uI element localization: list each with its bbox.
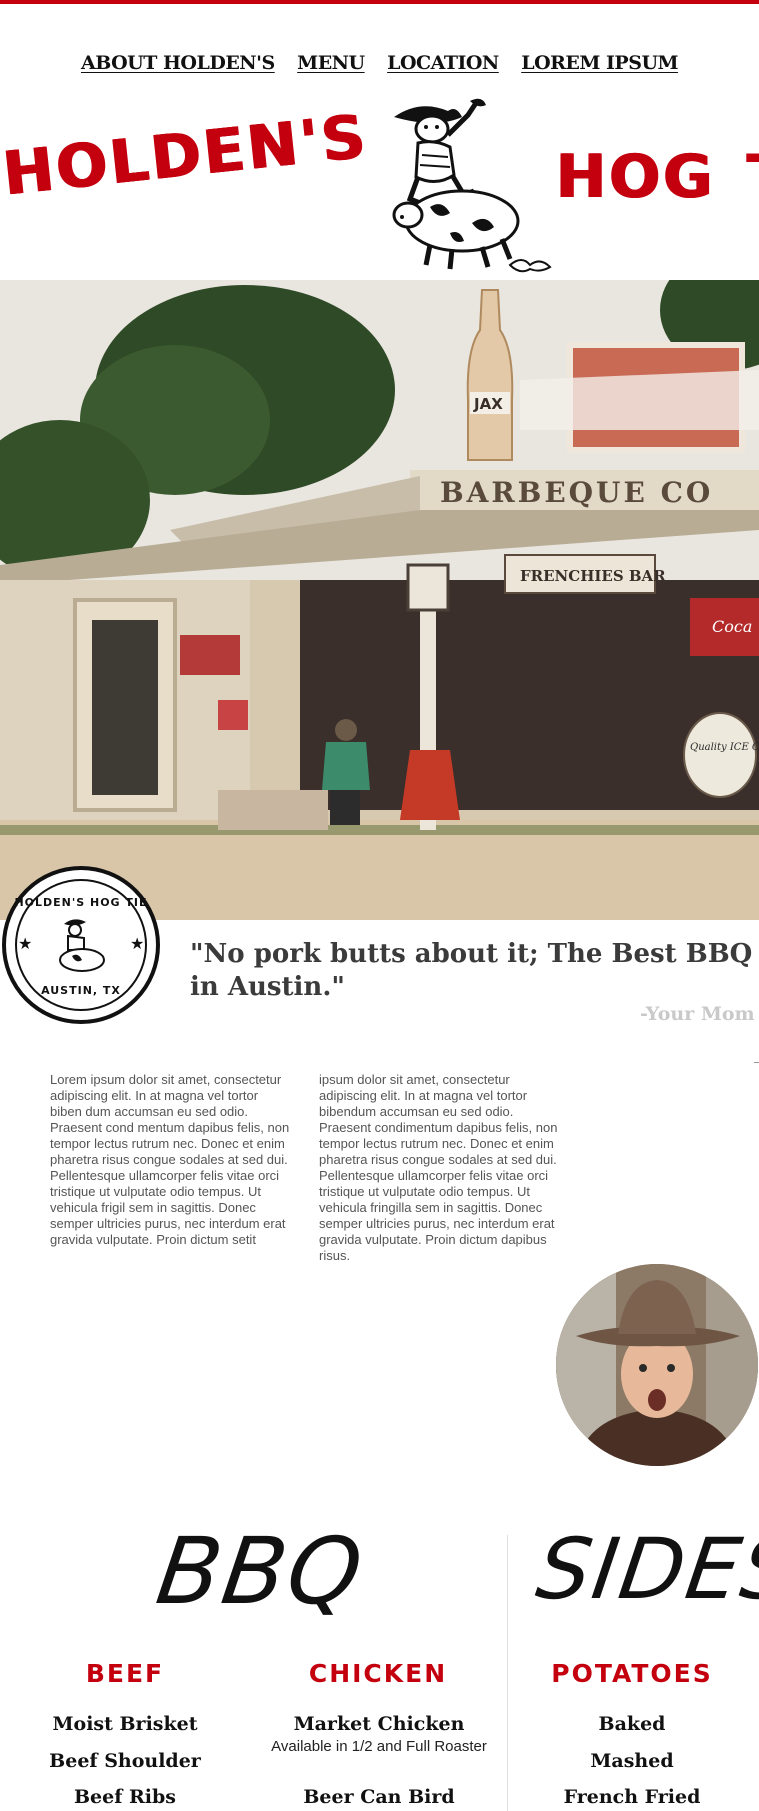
edge-tick <box>754 1062 759 1063</box>
holdens-hog-tie-badge: HOLDEN'S HOG TIE ★ ★ AUSTIN, TX <box>2 866 160 1024</box>
sign-quality: Quality ICE CREAM <box>690 742 759 753</box>
menu-item: Moist Brisket <box>52 1713 198 1735</box>
brand-wordmark-cut: T <box>747 142 759 212</box>
category-beef: BEEF <box>85 1659 165 1688</box>
star-icon: ★ <box>18 936 33 953</box>
menu-item: Beef Shoulder <box>49 1750 201 1772</box>
badge-top-text: HOLDEN'S HOG TIE <box>14 896 148 909</box>
owner-portrait <box>556 1264 758 1466</box>
about-column-1: Lorem ipsum dolor sit amet, consectetur … <box>50 1072 290 1247</box>
main-nav: ABOUT HOLDEN'S MENU LOCATION LOREM IPSUM <box>0 52 759 74</box>
nav-about[interactable]: ABOUT HOLDEN'S <box>81 52 275 74</box>
brand-wordmark-left: HOLDEN'S <box>0 101 372 210</box>
about-column-2: ipsum dolor sit amet, consectetur adipis… <box>319 1072 558 1263</box>
nav-menu[interactable]: MENU <box>297 52 365 74</box>
cowboy-on-hog-logo <box>392 98 552 273</box>
nav-location[interactable]: LOCATION <box>387 52 499 74</box>
menu-item: Beer Can Bird <box>303 1786 455 1808</box>
testimonial-attribution: -Your Mom <box>640 1003 755 1025</box>
menu-item: Mashed <box>590 1750 674 1772</box>
menu-item: Baked <box>598 1713 666 1735</box>
sign-barbeque: BARBEQUE CO <box>440 476 713 509</box>
mini-hog-rider-icon <box>59 919 105 972</box>
bbq-shack-illustration: JAX BARBEQUE CO FRENCHIES BAR Coca Quali… <box>0 280 759 920</box>
bbq-heading: BBQ <box>150 1518 371 1625</box>
sign-frenchies: FRENCHIES BAR <box>520 567 666 585</box>
sign-cola: Coca <box>712 617 752 636</box>
category-chicken: CHICKEN <box>308 1659 448 1688</box>
star-icon: ★ <box>130 936 145 953</box>
menu-item: Market Chicken <box>293 1713 465 1735</box>
brand-wordmark-right: HOG <box>556 142 716 212</box>
sides-heading: SIDES <box>531 1520 759 1618</box>
hero-photo: JAX BARBEQUE CO FRENCHIES BAR Coca Quali… <box>0 280 759 920</box>
menu-divider <box>507 1535 508 1811</box>
nav-lorem-ipsum[interactable]: LOREM IPSUM <box>521 52 678 74</box>
menu-item-note: Available in 1/2 and Full Roaster <box>271 1738 487 1755</box>
testimonial-quote: "No pork butts about it; The Best BBQ in… <box>190 939 753 1002</box>
owner-avatar <box>556 1264 758 1466</box>
category-potatoes: POTATOES <box>551 1659 713 1688</box>
sign-jax: JAX <box>473 395 503 413</box>
menu-item: Beef Ribs <box>73 1786 176 1808</box>
top-accent-bar <box>0 0 759 4</box>
menu-item: French Fried <box>563 1786 701 1808</box>
badge-bottom-text: AUSTIN, TX <box>41 984 121 997</box>
